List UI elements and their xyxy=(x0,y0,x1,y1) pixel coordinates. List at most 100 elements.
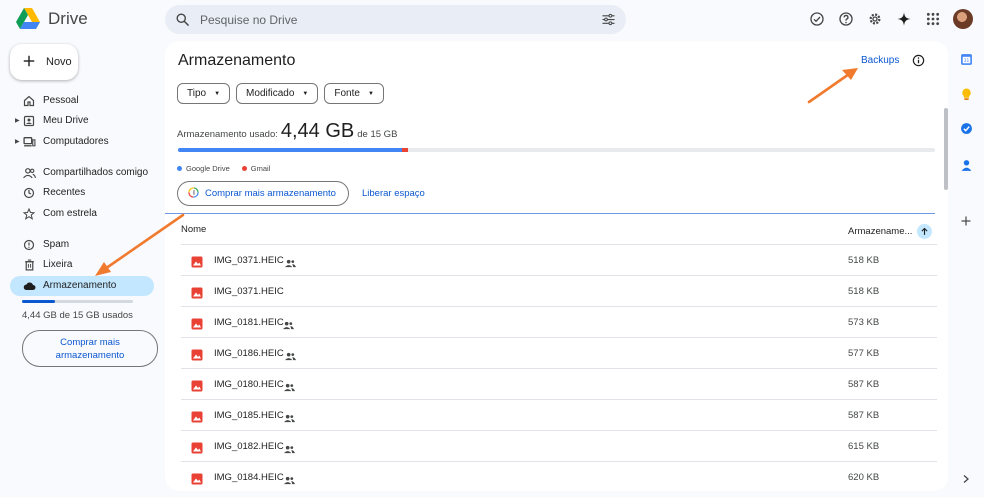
keep-bulb-icon[interactable] xyxy=(958,86,974,102)
table-row[interactable]: IMG_0186.HEIC 577 KB xyxy=(181,337,937,368)
shared-people-icon xyxy=(284,441,295,459)
google-one-icon xyxy=(188,186,199,201)
column-header-storage-label: Armazename... xyxy=(848,226,913,237)
image-file-icon xyxy=(191,286,203,304)
file-size: 573 KB xyxy=(848,317,880,328)
sidebar-item-recentes[interactable]: Recentes xyxy=(10,183,154,203)
table-row[interactable]: IMG_0180.HEIC 587 KB xyxy=(181,368,937,399)
sidebar-item-label: Armazenamento xyxy=(43,280,117,291)
cloud-icon xyxy=(22,279,36,293)
file-name: IMG_0180.HEIC xyxy=(214,379,284,390)
table-row[interactable]: IMG_0182.HEIC 615 KB xyxy=(181,430,937,461)
filter-chip-fonte[interactable]: Fonte ▼ xyxy=(324,83,384,104)
search-options-icon[interactable] xyxy=(601,12,616,32)
file-name: IMG_0185.HEIC xyxy=(214,410,284,421)
apps-grid-icon[interactable] xyxy=(923,9,942,28)
calendar-icon[interactable]: 31 xyxy=(958,51,974,67)
sidebar-item-compartilhados[interactable]: Compartilhados comigo xyxy=(10,163,154,183)
file-list: IMG_0371.HEIC 518 KB IMG_0371.HEIC 518 KB IM… xyxy=(181,244,937,491)
sidebar-item-pessoal[interactable]: Pessoal xyxy=(10,91,154,111)
sidebar-item-spam[interactable]: Spam xyxy=(10,235,154,255)
computer-icon xyxy=(22,135,36,149)
file-name: IMG_0182.HEIC xyxy=(214,441,284,452)
top-bar: Drive xyxy=(0,0,984,40)
usage-bar-segment-drive xyxy=(178,148,403,152)
file-size: 518 KB xyxy=(848,255,880,266)
table-row[interactable]: IMG_0185.HEIC 587 KB xyxy=(181,399,937,430)
shared-people-icon xyxy=(284,410,295,428)
free-up-space-link[interactable]: Liberar espaço xyxy=(362,188,425,199)
image-file-icon xyxy=(191,379,203,397)
search-icon[interactable] xyxy=(175,12,190,32)
filter-chips: Tipo ▼ Modificado ▼ Fonte ▼ xyxy=(177,83,384,104)
table-row[interactable]: IMG_0371.HEIC 518 KB xyxy=(181,275,937,306)
search-input[interactable] xyxy=(200,5,580,34)
new-button-label: Novo xyxy=(46,56,72,68)
table-row[interactable]: IMG_0371.HEIC 518 KB xyxy=(181,244,937,275)
sidebar-item-lixeira[interactable]: Lixeira xyxy=(10,255,154,275)
file-size: 587 KB xyxy=(848,379,880,390)
column-header-name[interactable]: Nome xyxy=(181,224,206,235)
filter-chip-label: Tipo xyxy=(187,88,207,99)
scrollbar-thumb[interactable] xyxy=(944,108,948,190)
sidebar-item-label: Compartilhados comigo xyxy=(43,167,149,178)
sidebar-item-armazenamento[interactable]: Armazenamento xyxy=(10,276,154,296)
file-name: IMG_0186.HEIC xyxy=(214,348,284,359)
column-header-storage[interactable]: Armazename... xyxy=(848,224,933,239)
expand-caret-icon[interactable]: ▶ xyxy=(15,138,20,145)
chevron-right-icon[interactable] xyxy=(958,471,974,487)
tasks-check-icon[interactable] xyxy=(958,120,974,136)
filter-chip-label: Fonte xyxy=(334,88,360,99)
sidebar-item-meu-drive[interactable]: ▶ Meu Drive xyxy=(10,111,154,131)
sidebar-item-label: Pessoal xyxy=(43,95,79,106)
legend-dot xyxy=(241,166,247,171)
file-size: 620 KB xyxy=(848,472,880,483)
sort-arrow-up-icon[interactable] xyxy=(917,224,933,239)
table-row[interactable]: IMG_0181.HEIC 573 KB xyxy=(181,306,937,337)
help-icon[interactable] xyxy=(836,9,855,28)
storage-usage-summary: Armazenamento usado: 4,44 GB de 15 GB xyxy=(177,120,397,143)
expand-caret-icon[interactable]: ▶ xyxy=(15,117,20,124)
svg-text:31: 31 xyxy=(963,58,969,64)
gemini-sparkle-icon[interactable] xyxy=(894,9,913,28)
file-size: 587 KB xyxy=(848,410,880,421)
settings-gear-icon[interactable] xyxy=(865,9,884,28)
filter-chip-tipo[interactable]: Tipo ▼ xyxy=(177,83,231,104)
image-file-icon xyxy=(191,410,203,428)
shared-people-icon xyxy=(285,255,296,273)
legend-label: Gmail xyxy=(250,164,271,173)
drive-logo[interactable]: Drive xyxy=(16,8,88,29)
sidebar-storage-bar xyxy=(22,300,133,303)
top-actions xyxy=(807,9,942,28)
filter-chip-modificado[interactable]: Modificado ▼ xyxy=(236,83,319,104)
shared-people-icon xyxy=(283,317,294,335)
sidebar-item-com-estrela[interactable]: Com estrela xyxy=(10,204,154,224)
image-file-icon xyxy=(191,348,203,366)
contacts-person-icon[interactable] xyxy=(958,157,974,173)
image-file-icon xyxy=(191,472,203,490)
sidebar-item-label: Computadores xyxy=(43,136,109,147)
chevron-down-icon: ▼ xyxy=(367,90,374,97)
table-row[interactable]: IMG_0184.HEIC 620 KB xyxy=(181,461,937,491)
clock-icon xyxy=(22,186,36,200)
buy-storage-button[interactable]: Comprar mais armazenamento xyxy=(177,181,349,206)
file-name: IMG_0181.HEIC xyxy=(214,317,284,328)
info-icon[interactable] xyxy=(912,54,925,72)
add-plus-icon[interactable] xyxy=(958,213,974,229)
search-bar[interactable] xyxy=(165,5,626,34)
sidebar-item-label: Meu Drive xyxy=(43,115,89,126)
legend-dot xyxy=(177,166,182,171)
backups-link[interactable]: Backups xyxy=(861,55,899,66)
header-divider xyxy=(165,213,935,214)
sidebar-buy-storage-button[interactable]: Comprar mais armazenamento xyxy=(22,330,158,367)
sidebar-item-computadores[interactable]: ▶ Computadores xyxy=(10,132,154,152)
sidebar-item-label: Lixeira xyxy=(43,259,73,270)
avatar[interactable] xyxy=(953,9,973,29)
new-button[interactable]: Novo xyxy=(10,44,78,80)
home-icon xyxy=(22,94,36,108)
buy-storage-label: Comprar mais armazenamento xyxy=(205,188,336,199)
offline-status-icon[interactable] xyxy=(807,9,826,28)
drive-logo-icon xyxy=(16,8,40,29)
image-file-icon xyxy=(191,441,203,459)
filter-chip-label: Modificado xyxy=(246,88,295,99)
